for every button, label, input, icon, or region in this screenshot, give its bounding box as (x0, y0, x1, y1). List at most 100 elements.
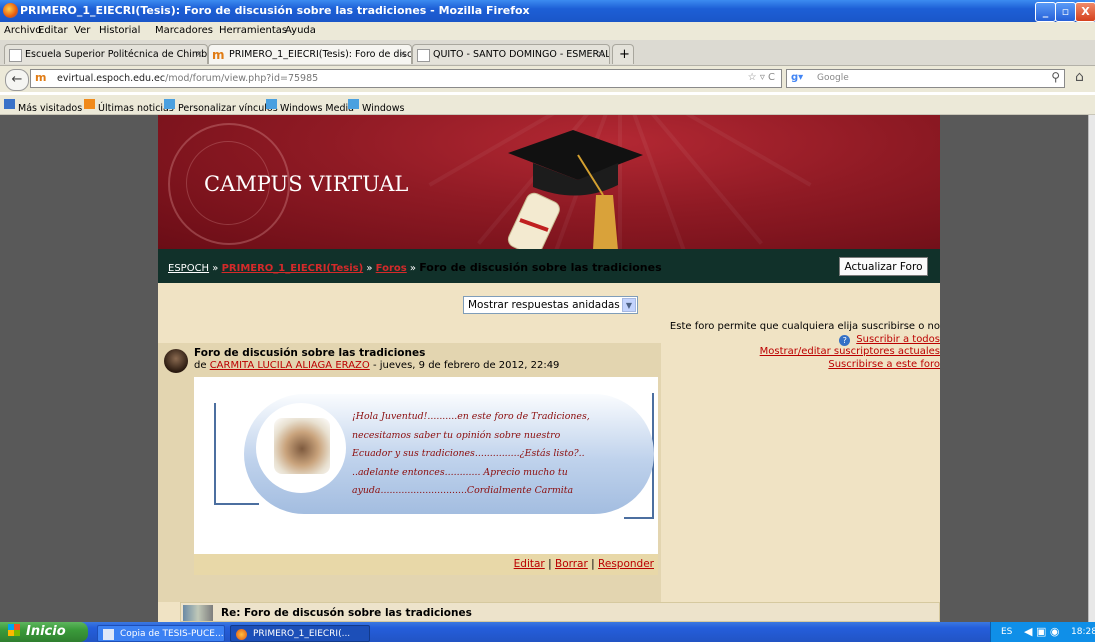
post-body: ¡Hola Juventud!..........en este foro de… (194, 377, 658, 554)
frame-bottom-line (214, 503, 259, 505)
vertical-scrollbar[interactable] (1088, 115, 1095, 622)
post-image: ¡Hola Juventud!..........en este foro de… (214, 389, 656, 534)
subscribe-all-link[interactable]: Suscribir a todos (856, 334, 940, 345)
tab-forum[interactable]: m PRIMERO_1_EIECRI(Tesis): Foro de disc.… (208, 44, 412, 64)
menu-ayuda[interactable]: Ayuda (285, 25, 316, 36)
tab-label: Escuela Superior Politécnica de Chimbora… (25, 49, 208, 60)
campus-banner: CAMPUS VIRTUAL (158, 115, 940, 249)
bookmark-personalizar[interactable]: Personalizar vínculos (164, 99, 278, 114)
search-icon[interactable]: ⚲ (1051, 70, 1060, 84)
frame-bottom-right-line (624, 517, 654, 519)
home-icon[interactable]: ⌂ (1075, 69, 1084, 85)
firefox-icon (236, 629, 247, 640)
forum-post: Foro de discusión sobre las tradiciones … (158, 343, 661, 602)
tray-icons[interactable]: ◀ ▣ ◉ (1024, 625, 1059, 638)
new-tab-button[interactable]: + (612, 44, 634, 64)
menu-archivo[interactable]: Archivo (4, 25, 41, 36)
bookmark-ultimas-noticias[interactable]: Últimas noticias (84, 99, 174, 114)
bookmark-star-icon[interactable]: ☆ ▿ C (748, 72, 775, 83)
word-icon (103, 629, 114, 640)
tab-close-icon[interactable]: × (399, 45, 407, 64)
post-date: - jueves, 9 de febrero de 2012, 22:49 (372, 360, 560, 371)
breadcrumb-espoch[interactable]: ESPOCH (168, 263, 209, 274)
bookmark-mas-visitados[interactable]: Más visitados (4, 99, 82, 114)
search-placeholder: Google (817, 73, 849, 83)
chevron-down-icon[interactable]: ▼ (622, 298, 636, 312)
reply-post: Re: Foro de discusón sobre las tradicion… (180, 602, 940, 622)
post-author-link[interactable]: CARMITA LUCILA ALIAGA ERAZO (210, 360, 370, 371)
delete-link[interactable]: Borrar (555, 558, 588, 570)
reply-title: Re: Foro de discusón sobre las tradicion… (221, 607, 472, 619)
menu-bar: Archivo Editar Ver Historial Marcadores … (0, 22, 1095, 40)
taskbar-item-word[interactable]: Copia de TESIS-PUCE... (97, 625, 225, 642)
tab-label: PRIMERO_1_EIECRI(Tesis): Foro de disc... (229, 49, 412, 60)
post-footer: Editar | Borrar | Responder (194, 554, 658, 575)
clock: 18:28 (1071, 627, 1095, 637)
avatar[interactable] (183, 605, 213, 621)
post-message: ¡Hola Juventud!..........en este foro de… (352, 411, 590, 496)
page-content: CAMPUS VIRTUAL ESPOCH » PRIMERO_1_EIECRI… (158, 115, 940, 622)
post-title: Foro de discusión sobre las tradiciones (194, 347, 426, 359)
language-indicator[interactable]: ES (1001, 627, 1012, 637)
ie-icon (164, 99, 175, 109)
window-titlebar[interactable]: PRIMERO_1_EIECRI(Tesis): Foro de discusi… (0, 0, 1095, 22)
window-title: PRIMERO_1_EIECRI(Tesis): Foro de discusi… (20, 4, 530, 17)
taskbar-item-firefox[interactable]: PRIMERO_1_EIECRI(... (230, 625, 370, 642)
display-mode-select[interactable]: Mostrar respuestas anidadas ▼ (463, 296, 638, 314)
frame-left-line (214, 403, 216, 505)
menu-herramientas[interactable]: Herramientas (219, 25, 287, 36)
tab-quito[interactable]: QUITO - SANTO DOMINGO - ESMERALDA... × (412, 44, 610, 64)
show-edit-subscribers-link[interactable]: Mostrar/editar suscriptores actuales (760, 346, 940, 357)
windows-logo-icon (8, 624, 20, 636)
tab-label: QUITO - SANTO DOMINGO - ESMERALDA... (433, 49, 609, 60)
edit-link[interactable]: Editar (514, 558, 545, 570)
breadcrumb-foros[interactable]: Foros (376, 263, 407, 274)
google-icon[interactable]: g▾ (791, 72, 803, 83)
rss-icon (84, 99, 95, 109)
page-icon (417, 49, 430, 62)
start-button[interactable]: Inicio (0, 622, 88, 642)
post-byline: de CARMITA LUCILA ALIAGA ERAZO - jueves,… (194, 360, 560, 371)
menu-editar[interactable]: Editar (38, 25, 68, 36)
page-viewport: CAMPUS VIRTUAL ESPOCH » PRIMERO_1_EIECRI… (0, 115, 1088, 622)
bookmarks-toolbar: Más visitados Últimas noticias Personali… (0, 95, 1095, 115)
moodle-icon: m (212, 48, 225, 62)
close-button[interactable]: X (1075, 2, 1095, 22)
bookmark-windows[interactable]: Windows (348, 99, 404, 114)
tab-close-icon[interactable]: × (195, 45, 203, 64)
breadcrumb-bar: ESPOCH » PRIMERO_1_EIECRI(Tesis) » Foros… (158, 249, 940, 283)
subscription-info: Este foro permite que cualquiera elija s… (669, 321, 940, 332)
url-text[interactable]: evirtual.espoch.edu.ec/mod/forum/view.ph… (57, 73, 318, 84)
minimize-button[interactable]: _ (1035, 2, 1056, 22)
menu-historial[interactable]: Historial (99, 25, 140, 36)
menu-marcadores[interactable]: Marcadores (155, 25, 213, 36)
page-icon (9, 49, 22, 62)
search-bar[interactable]: g▾ Google ⚲ (786, 69, 1065, 88)
message-bubble: ¡Hola Juventud!..........en este foro de… (244, 394, 654, 514)
bookmark-icon (4, 99, 15, 109)
maximize-button[interactable]: ▫ (1055, 2, 1076, 22)
menu-ver[interactable]: Ver (74, 25, 90, 36)
avatar[interactable] (164, 349, 188, 373)
help-icon[interactable]: ? (839, 334, 851, 346)
breadcrumb-course[interactable]: PRIMERO_1_EIECRI(Tesis) (222, 263, 364, 274)
subscribe-forum-link[interactable]: Suscribirse a este foro (828, 359, 940, 370)
breadcrumb-current: Foro de discusión sobre las tradiciones (419, 261, 662, 274)
graduation-cap-icon (507, 130, 643, 249)
ie-icon (266, 99, 277, 109)
back-button[interactable]: ← (5, 69, 29, 91)
site-identity-icon[interactable]: m (35, 71, 46, 84)
display-mode-value: Mostrar respuestas anidadas (468, 299, 620, 311)
update-forum-button[interactable]: Actualizar Foro (839, 257, 928, 276)
tab-espoch[interactable]: Escuela Superior Politécnica de Chimbora… (4, 44, 208, 64)
breadcrumb: ESPOCH » PRIMERO_1_EIECRI(Tesis) » Foros… (168, 261, 662, 274)
post-actions: Editar | Borrar | Responder (513, 558, 654, 570)
bookmark-windows-media[interactable]: Windows Media (266, 99, 354, 114)
tab-close-icon[interactable]: × (597, 45, 605, 64)
url-bar[interactable]: m evirtual.espoch.edu.ec/mod/forum/view.… (30, 69, 782, 88)
firefox-icon (3, 3, 18, 18)
reply-link[interactable]: Responder (598, 558, 654, 570)
children-photo (274, 418, 330, 474)
banner-title: CAMPUS VIRTUAL (204, 172, 409, 196)
tab-bar: Escuela Superior Politécnica de Chimbora… (0, 40, 1095, 66)
